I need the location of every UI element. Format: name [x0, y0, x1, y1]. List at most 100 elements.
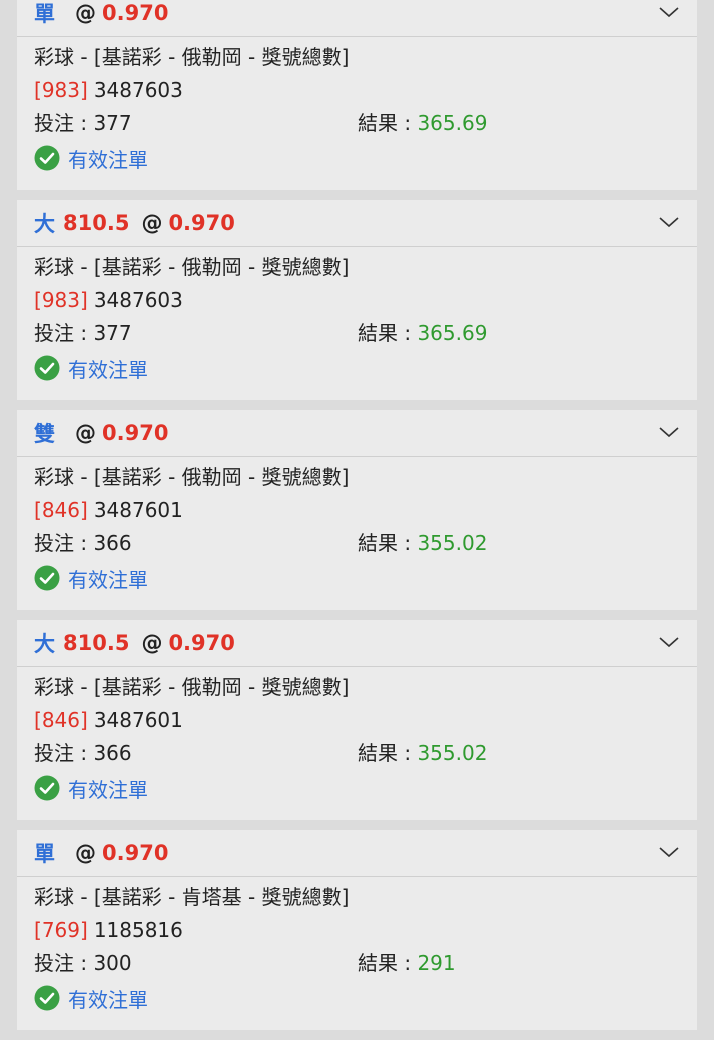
bet-type: 獎號總數	[261, 255, 342, 279]
game-code: 983	[41, 288, 80, 312]
bet-card: 大 810.5 @0.970 彩球 - [基諾彩 - 俄勒岡 - 獎號總數] [846]…	[17, 620, 697, 820]
bet-card-header[interactable]: 大 810.5 @0.970	[17, 200, 697, 247]
bet-type: 獎號總數	[261, 885, 342, 909]
status-badge: 有效注單	[34, 350, 680, 386]
chevron-down-icon[interactable]	[658, 4, 680, 20]
stake-label: 投注	[34, 111, 74, 135]
stake-result-line: 投注 : 377 結果 : 365.69	[34, 111, 488, 135]
result-value: 355.02	[417, 741, 488, 765]
bet-card-body: 彩球 - [基諾彩 - 俄勒岡 - 獎號總數] [983] 3487603 投注 : …	[17, 37, 697, 176]
bet-pick: 雙	[34, 422, 55, 446]
draw-line: [846] 3487601	[34, 708, 183, 732]
bet-card-body: 彩球 - [基諾彩 - 俄勒岡 - 獎號總數] [846] 3487601 投注 : …	[17, 667, 697, 806]
status-badge: 有效注單	[34, 980, 680, 1016]
bet-card-header[interactable]: 單 @0.970	[17, 0, 697, 37]
bet-card-header[interactable]: 大 810.5 @0.970	[17, 620, 697, 667]
result-label: 結果	[358, 741, 398, 765]
status-text: 有效注單	[68, 987, 148, 1012]
stake-label: 投注	[34, 321, 74, 345]
result-label: 結果	[358, 531, 398, 555]
bet-pick: 單	[34, 842, 55, 866]
check-circle-icon	[34, 355, 60, 381]
check-circle-icon	[34, 145, 60, 171]
check-circle-icon	[34, 985, 60, 1011]
game-name: 基諾彩	[101, 255, 162, 279]
stake-value: 377	[93, 111, 132, 135]
bet-card: 雙 @0.970 彩球 - [基諾彩 - 俄勒岡 - 獎號總數] [846] 34876…	[17, 410, 697, 610]
stake-label: 投注	[34, 951, 74, 975]
game-code: 983	[41, 78, 80, 102]
market-line: 彩球 - [基諾彩 - 俄勒岡 - 獎號總數]	[34, 675, 350, 699]
stake-value: 366	[93, 531, 132, 555]
bet-card-header[interactable]: 單 @0.970	[17, 830, 697, 877]
bet-card-header[interactable]: 雙 @0.970	[17, 410, 697, 457]
market-name: 彩球	[34, 255, 74, 279]
at-symbol: @	[141, 631, 163, 655]
check-circle-icon	[34, 775, 60, 801]
stake-result-line: 投注 : 366 結果 : 355.02	[34, 741, 488, 765]
status-text: 有效注單	[68, 147, 148, 172]
status-text: 有效注單	[68, 567, 148, 592]
region-name: 俄勒岡	[181, 45, 242, 69]
result-label: 結果	[358, 321, 398, 345]
bet-card-body: 彩球 - [基諾彩 - 俄勒岡 - 獎號總數] [983] 3487603 投注 : …	[17, 247, 697, 386]
bet-pick: 大	[34, 212, 55, 236]
stake-result-line: 投注 : 366 結果 : 355.02	[34, 531, 488, 555]
bet-odds: 0.970	[102, 421, 169, 445]
result-label: 結果	[358, 111, 398, 135]
draw-number: 3487603	[93, 288, 183, 312]
draw-line: [769] 1185816	[34, 918, 183, 942]
region-name: 肯塔基	[181, 885, 242, 909]
draw-number: 3487601	[93, 498, 183, 522]
draw-number: 3487601	[93, 708, 183, 732]
chevron-down-icon[interactable]	[658, 424, 680, 440]
market-name: 彩球	[34, 885, 74, 909]
bet-line: 810.5	[63, 211, 130, 235]
draw-line: [983] 3487603	[34, 288, 183, 312]
market-name: 彩球	[34, 465, 74, 489]
draw-line: [846] 3487601	[34, 498, 183, 522]
draw-number: 3487603	[93, 78, 183, 102]
bet-card: 大 810.5 @0.970 彩球 - [基諾彩 - 俄勒岡 - 獎號總數] [983]…	[17, 200, 697, 400]
chevron-down-icon[interactable]	[658, 844, 680, 860]
result-value: 355.02	[417, 531, 488, 555]
market-name: 彩球	[34, 45, 74, 69]
game-name: 基諾彩	[101, 465, 162, 489]
bet-odds: 0.970	[102, 841, 169, 865]
bet-line: 810.5	[63, 631, 130, 655]
status-text: 有效注單	[68, 777, 148, 802]
market-line: 彩球 - [基諾彩 - 俄勒岡 - 獎號總數]	[34, 465, 350, 489]
game-name: 基諾彩	[101, 675, 162, 699]
at-symbol: @	[75, 421, 96, 445]
market-line: 彩球 - [基諾彩 - 俄勒岡 - 獎號總數]	[34, 45, 350, 69]
bet-odds: 0.970	[168, 631, 235, 655]
stake-result-line: 投注 : 300 結果 : 291	[34, 951, 456, 975]
at-symbol: @	[75, 841, 96, 865]
bet-odds: 0.970	[168, 211, 235, 235]
bet-card: 單 @0.970 彩球 - [基諾彩 - 肯塔基 - 獎號總數] [769] 11858…	[17, 830, 697, 1030]
bet-list: 單 @0.970 彩球 - [基諾彩 - 俄勒岡 - 獎號總數] [983] 34876…	[17, 0, 697, 1040]
stake-result-line: 投注 : 377 結果 : 365.69	[34, 321, 488, 345]
market-name: 彩球	[34, 675, 74, 699]
bet-pick: 大	[34, 632, 55, 656]
stake-label: 投注	[34, 531, 74, 555]
region-name: 俄勒岡	[181, 255, 242, 279]
stake-value: 300	[93, 951, 132, 975]
stake-label: 投注	[34, 741, 74, 765]
result-value: 365.69	[417, 111, 488, 135]
chevron-down-icon[interactable]	[658, 634, 680, 650]
stake-value: 366	[93, 741, 132, 765]
status-badge: 有效注單	[34, 140, 680, 176]
game-code: 769	[41, 918, 80, 942]
status-badge: 有效注單	[34, 770, 680, 806]
bet-type: 獎號總數	[261, 675, 342, 699]
chevron-down-icon[interactable]	[658, 214, 680, 230]
stake-value: 377	[93, 321, 132, 345]
result-label: 結果	[358, 951, 398, 975]
game-name: 基諾彩	[101, 45, 162, 69]
region-name: 俄勒岡	[181, 465, 242, 489]
result-value: 365.69	[417, 321, 488, 345]
bet-type: 獎號總數	[261, 45, 342, 69]
at-symbol: @	[75, 1, 96, 25]
region-name: 俄勒岡	[181, 675, 242, 699]
